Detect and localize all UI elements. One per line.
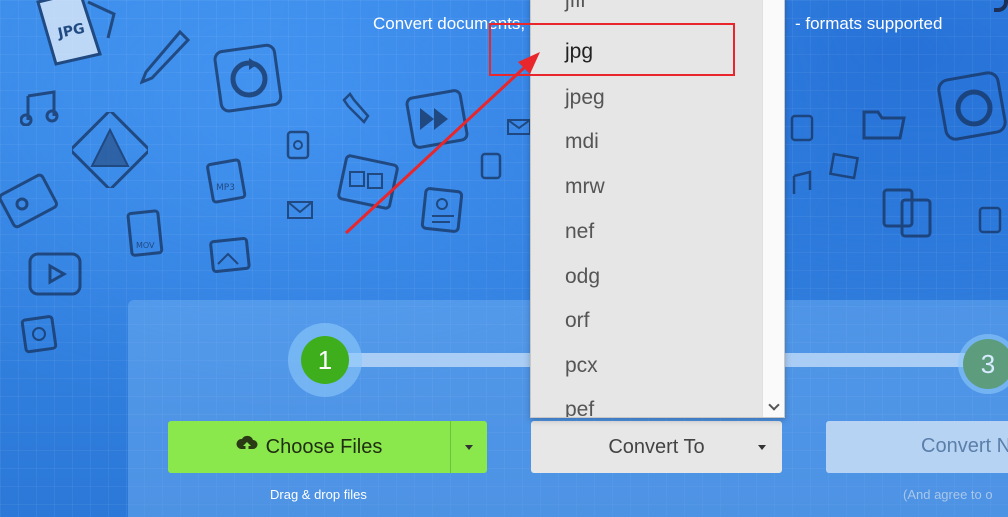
format-option-odg[interactable]: odg xyxy=(565,265,600,289)
file-right-icon xyxy=(788,112,818,144)
format-option-pef[interactable]: pef xyxy=(565,398,594,417)
file-far-right-icon xyxy=(976,204,1006,236)
dropdown-scrollbar[interactable] xyxy=(762,0,784,417)
pencil-icon xyxy=(140,28,190,86)
mov-file-icon: MOV xyxy=(124,208,168,260)
clipboard-icon xyxy=(878,184,942,242)
refresh-right-icon xyxy=(936,70,1008,142)
mov-label: MOV xyxy=(136,241,155,250)
badge-file-icon xyxy=(20,314,60,354)
cloud-upload-icon xyxy=(236,434,258,460)
format-option-jfif[interactable]: jfif xyxy=(565,0,586,13)
refresh-icon xyxy=(212,42,286,116)
cassette-icon xyxy=(0,168,64,232)
convert-now-label: Convert N xyxy=(921,435,1008,457)
terms-agree-text: (And agree to o xyxy=(903,487,993,502)
choose-files-button[interactable]: Choose Files xyxy=(168,421,450,473)
folder-small-icon xyxy=(828,150,862,182)
play-video-icon xyxy=(26,250,86,300)
image-icon xyxy=(208,236,252,276)
drag-drop-hint: Drag & drop files xyxy=(270,487,367,502)
convert-to-label: Convert To xyxy=(608,435,705,458)
mp3-file-icon: MP3 xyxy=(204,158,250,204)
caret-down-icon xyxy=(465,444,473,450)
format-option-orf[interactable]: orf xyxy=(565,309,590,333)
fast-forward-icon xyxy=(404,88,470,150)
choose-files-source-dropdown[interactable] xyxy=(450,421,487,473)
copy-file-icon xyxy=(284,128,314,162)
format-option-jpeg[interactable]: jpeg xyxy=(565,86,605,110)
format-option-mrw[interactable]: mrw xyxy=(565,175,605,199)
convert-now-button[interactable]: Convert N xyxy=(826,421,1008,473)
music-small-icon xyxy=(786,170,816,200)
envelope-small-icon xyxy=(506,118,532,138)
small-file-icon xyxy=(478,152,506,182)
step-3-indicator: 3 xyxy=(963,339,1008,389)
film-strip-icon xyxy=(336,152,402,214)
scroll-down-chevron-icon[interactable] xyxy=(768,399,780,411)
selected-option-highlight xyxy=(489,23,735,76)
jpg-file-icon: JPG xyxy=(28,0,120,66)
pyramid-icon xyxy=(72,112,148,188)
wrench-icon xyxy=(340,92,374,126)
choose-files-label: Choose Files xyxy=(265,435,383,458)
envelope-icon xyxy=(286,200,314,220)
subtitle-right: - formats supported xyxy=(795,14,943,33)
folder-icon xyxy=(860,104,908,144)
format-option-mdi[interactable]: mdi xyxy=(565,130,599,154)
document-icon xyxy=(418,186,468,236)
music-note-icon xyxy=(20,90,60,126)
caret-down-icon xyxy=(758,445,766,450)
format-option-pcx[interactable]: pcx xyxy=(565,354,598,378)
step-1-indicator: 1 xyxy=(301,336,349,384)
mp3-label: MP3 xyxy=(216,183,235,193)
format-option-nef[interactable]: nef xyxy=(565,220,594,244)
convert-to-select[interactable]: Convert To xyxy=(531,421,782,473)
